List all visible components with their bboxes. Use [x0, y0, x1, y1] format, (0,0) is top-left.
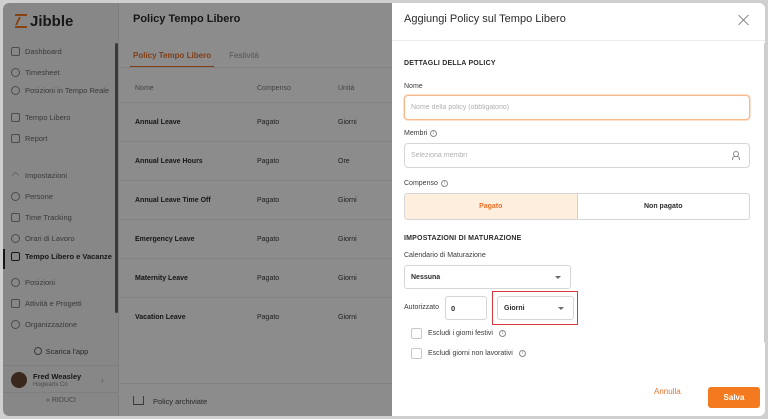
info-icon[interactable]: i: [430, 130, 438, 137]
exclude-holidays-checkbox[interactable]: [411, 328, 422, 339]
close-icon[interactable]: [737, 13, 751, 27]
policy-name-input[interactable]: [404, 95, 750, 120]
authorized-amount-input[interactable]: [445, 296, 487, 320]
modal-backdrop[interactable]: [3, 3, 392, 416]
members-select[interactable]: [404, 143, 750, 168]
authorized-label: Autorizzato: [404, 304, 440, 311]
panel-scrollbar[interactable]: [764, 43, 765, 343]
highlight-box: [492, 291, 578, 325]
exclude-nonworking-row[interactable]: Escludi giorni non lavorativi i: [411, 348, 526, 359]
panel-divider: [392, 40, 765, 41]
info-icon[interactable]: i: [440, 180, 448, 187]
paid-option[interactable]: Pagato: [405, 194, 578, 219]
panel-title: Aggiungi Policy sul Tempo Libero: [404, 13, 566, 25]
accrual-calendar-label: Calendario di Maturazione: [404, 252, 486, 259]
exclude-nonworking-checkbox[interactable]: [411, 348, 422, 359]
unpaid-option[interactable]: Non pagato: [578, 194, 750, 219]
info-icon[interactable]: i: [518, 350, 526, 357]
compensation-label: Compenso i: [404, 180, 448, 187]
app-window: Jibble Dashboard Timesheet Posizioni in …: [3, 3, 765, 416]
info-icon[interactable]: i: [498, 330, 506, 337]
add-policy-panel: Aggiungi Policy sul Tempo Libero DETTAGL…: [392, 3, 765, 416]
section-policy-details: DETTAGLI DELLA POLICY: [404, 60, 496, 67]
compensation-toggle: Pagato Non pagato: [404, 193, 750, 220]
add-member-icon: [732, 151, 741, 160]
section-accrual-settings: IMPOSTAZIONI DI MATURAZIONE: [404, 235, 522, 242]
cancel-button[interactable]: Annulla: [654, 387, 681, 396]
exclude-holidays-row[interactable]: Escludi i giorni festivi i: [411, 328, 506, 339]
chevron-down-icon: [555, 276, 561, 279]
accrual-calendar-select[interactable]: Nessuna: [404, 265, 571, 289]
save-button[interactable]: Salva: [708, 387, 760, 408]
name-label: Nome: [404, 83, 423, 90]
members-label: Membri i: [404, 130, 438, 137]
